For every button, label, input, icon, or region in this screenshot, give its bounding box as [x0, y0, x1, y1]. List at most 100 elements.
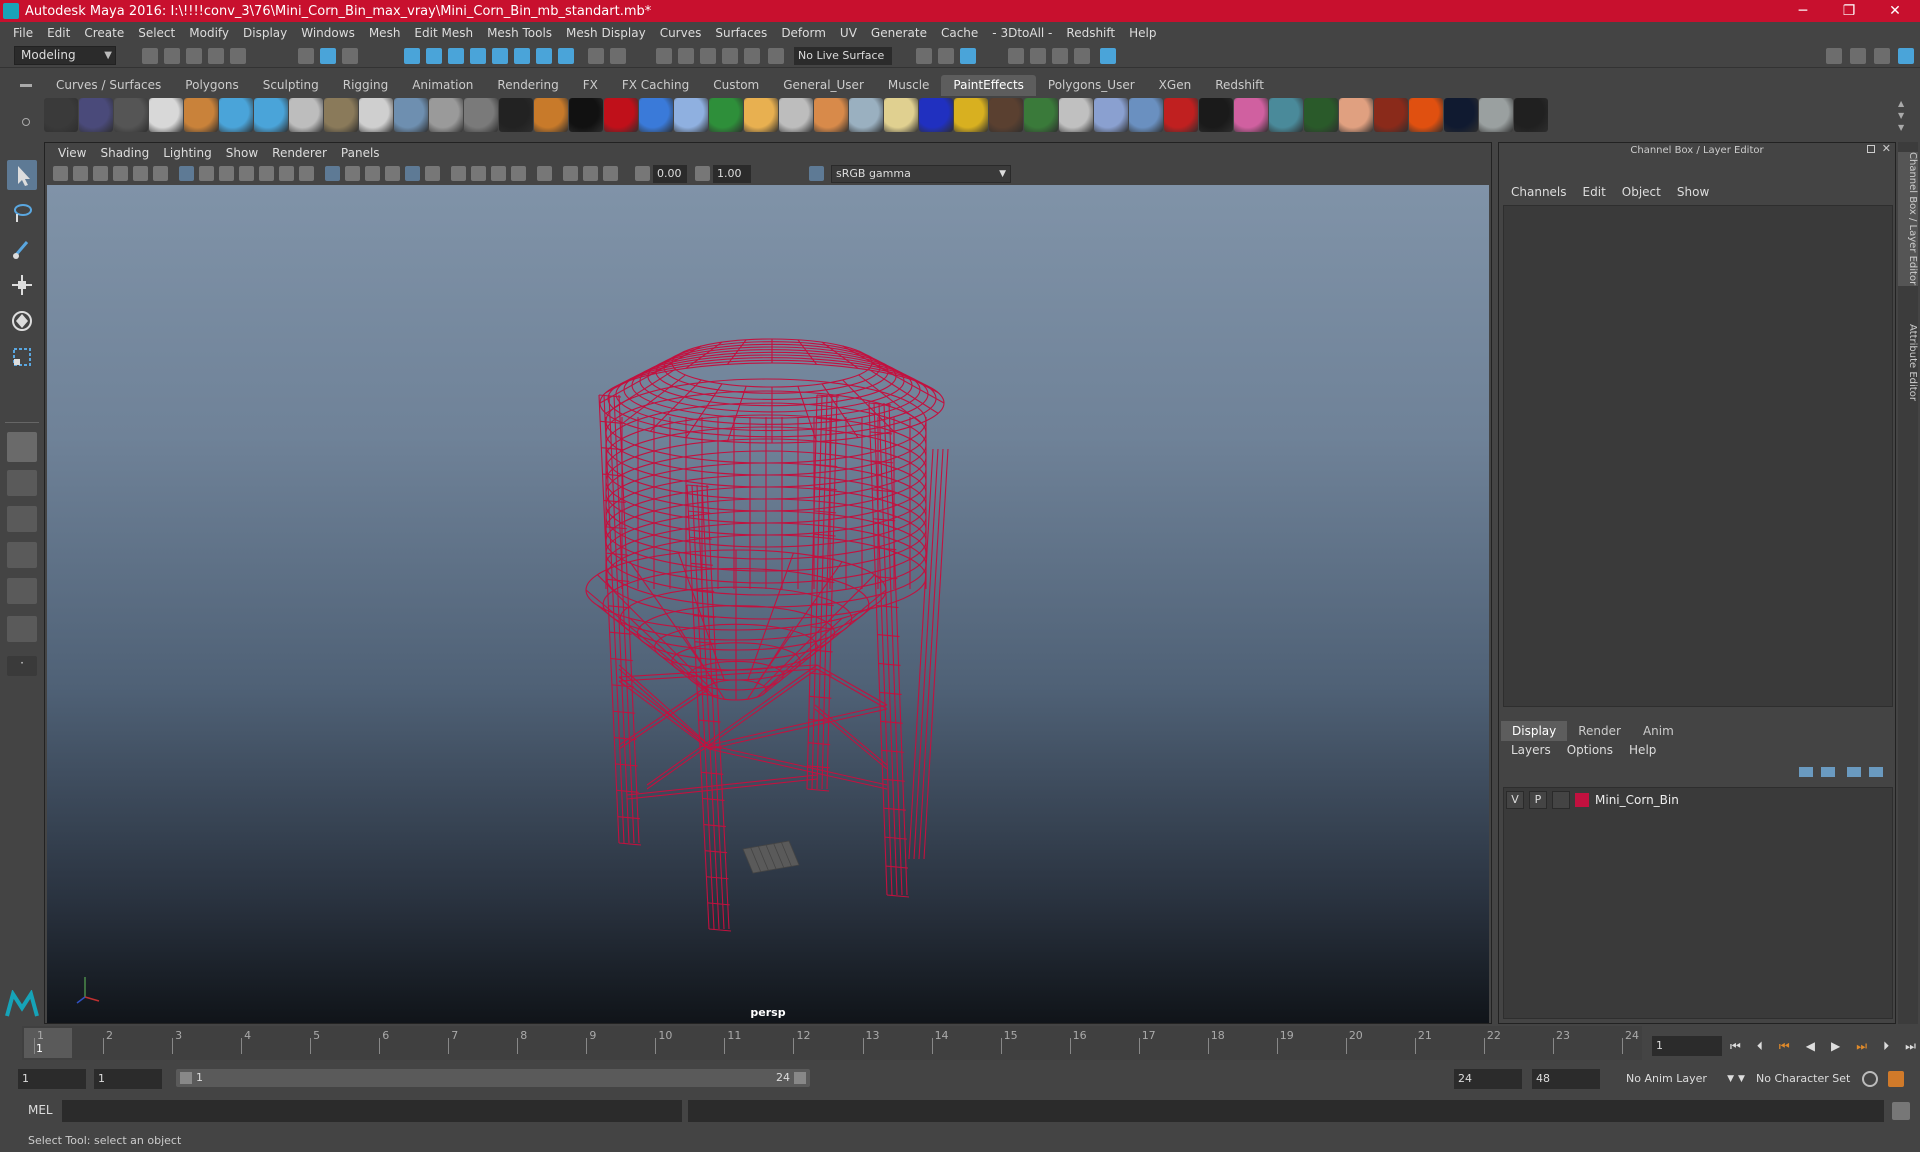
- paint-brush-preset-icon[interactable]: [989, 98, 1023, 132]
- range-start-handle[interactable]: [180, 1072, 192, 1084]
- shelf-tab-fx-caching[interactable]: FX Caching: [610, 75, 701, 96]
- snap-curve-icon[interactable]: [426, 48, 442, 64]
- anim-layer-dropdown[interactable]: No Anim Layer ▼: [1622, 1069, 1738, 1089]
- ipr-render-icon[interactable]: [960, 48, 976, 64]
- paint-brush-preset-icon[interactable]: [1164, 98, 1198, 132]
- menu-edit[interactable]: Edit: [40, 26, 77, 40]
- paint-brush-preset-icon[interactable]: [604, 98, 638, 132]
- tab-render[interactable]: Render: [1567, 721, 1632, 741]
- persp-graph-layout-icon[interactable]: [7, 542, 37, 568]
- attribute-editor-toggle-icon[interactable]: [1874, 48, 1890, 64]
- step-back-frame-icon[interactable]: ⏴: [1757, 1039, 1763, 1054]
- tab-anim[interactable]: Anim: [1632, 721, 1685, 741]
- shelf-tab-custom[interactable]: Custom: [701, 75, 771, 96]
- save-scene-icon[interactable]: [186, 48, 202, 64]
- time-slider[interactable]: 1 2 3 4 5 6 7 8 9 10 11 12 13 14 15 16 17 18 19 20 21 22 23 24 1: [22, 1026, 1642, 1060]
- menu-options[interactable]: Options: [1559, 743, 1621, 757]
- step-forward-key-icon[interactable]: ⏭: [1856, 1039, 1867, 1054]
- paint-brush-preset-icon[interactable]: [1444, 98, 1478, 132]
- shelf-tab-polygons-user[interactable]: Polygons_User: [1036, 75, 1147, 96]
- gamma-icon[interactable]: [695, 166, 710, 181]
- paint-brush-preset-icon[interactable]: [1024, 98, 1058, 132]
- playback-end-field[interactable]: 24: [1454, 1069, 1522, 1089]
- start-time-field[interactable]: 1: [18, 1069, 86, 1089]
- xray-components-icon[interactable]: [603, 166, 618, 181]
- render-current-icon[interactable]: [938, 48, 954, 64]
- shelf-tab-general-user[interactable]: General_User: [771, 75, 876, 96]
- paint-brush-preset-icon[interactable]: [359, 98, 393, 132]
- layer-visibility-toggle[interactable]: V: [1506, 791, 1524, 809]
- shelf-tab-curves-surfaces[interactable]: Curves / Surfaces: [44, 75, 173, 96]
- make-live-icon[interactable]: [514, 48, 530, 64]
- paint-brush-preset-icon[interactable]: [814, 98, 848, 132]
- current-time-indicator[interactable]: [24, 1028, 72, 1058]
- select-component-icon[interactable]: [342, 48, 358, 64]
- paint-brush-preset-icon[interactable]: [709, 98, 743, 132]
- paint-select-tool-icon[interactable]: [7, 234, 37, 264]
- lasso-tool-icon[interactable]: [7, 198, 37, 228]
- camera-attributes-icon[interactable]: [73, 166, 88, 181]
- four-view-layout-icon[interactable]: [7, 470, 37, 496]
- paint-brush-preset-icon[interactable]: [464, 98, 498, 132]
- paint-brush-preset-icon[interactable]: [114, 98, 148, 132]
- new-layer-selected-icon[interactable]: [1869, 767, 1883, 777]
- paint-brush-preset-icon[interactable]: [289, 98, 323, 132]
- select-tool-icon[interactable]: [7, 160, 37, 190]
- multisample-aa-icon[interactable]: [491, 166, 506, 181]
- character-set-dropdown[interactable]: No Character Set ▼: [1738, 1069, 1866, 1089]
- live-surface-field[interactable]: No Live Surface: [794, 47, 892, 65]
- paint-brush-preset-icon[interactable]: [79, 98, 113, 132]
- wireframe-on-shaded-icon[interactable]: [365, 166, 380, 181]
- paint-brush-preset-icon[interactable]: [569, 98, 603, 132]
- paint-brush-preset-icon[interactable]: [1339, 98, 1373, 132]
- new-scene-icon[interactable]: [142, 48, 158, 64]
- panel-menu-lighting[interactable]: Lighting: [156, 146, 219, 160]
- menu-select[interactable]: Select: [131, 26, 182, 40]
- gate-mask-icon[interactable]: [239, 166, 254, 181]
- paint-brush-preset-icon[interactable]: [219, 98, 253, 132]
- side-tab-channel-box[interactable]: Channel Box / Layer Editor: [1898, 152, 1918, 286]
- step-back-key-icon[interactable]: ⏮: [1779, 1039, 1790, 1054]
- render-region-icon[interactable]: [916, 48, 932, 64]
- smooth-shade-icon[interactable]: [345, 166, 360, 181]
- menu-cb-show[interactable]: Show: [1669, 185, 1717, 199]
- float-panel-icon[interactable]: [1867, 145, 1875, 153]
- menu-display[interactable]: Display: [236, 26, 294, 40]
- bookmark-icon[interactable]: [93, 166, 108, 181]
- shelf-tab-animation[interactable]: Animation: [400, 75, 485, 96]
- snap-grid-icon[interactable]: [404, 48, 420, 64]
- image-plane-icon[interactable]: [113, 166, 128, 181]
- play-forwards-icon[interactable]: ▶: [1831, 1039, 1840, 1053]
- paint-brush-preset-icon[interactable]: [1269, 98, 1303, 132]
- menu-mesh-tools[interactable]: Mesh Tools: [480, 26, 559, 40]
- paint-brush-preset-icon[interactable]: [44, 98, 78, 132]
- menu-file[interactable]: File: [6, 26, 40, 40]
- layer-row[interactable]: V P Mini_Corn_Bin: [1506, 791, 1892, 809]
- playblast-icon[interactable]: [1100, 48, 1116, 64]
- panel-menu-panels[interactable]: Panels: [334, 146, 387, 160]
- persp-hypershade-layout-icon[interactable]: [7, 578, 37, 604]
- paint-select-icon[interactable]: [700, 48, 716, 64]
- menu-cache[interactable]: Cache: [934, 26, 985, 40]
- move-layer-down-icon[interactable]: [1821, 767, 1835, 777]
- menu-modify[interactable]: Modify: [182, 26, 236, 40]
- script-language-label[interactable]: MEL: [28, 1103, 53, 1117]
- paint-brush-preset-icon[interactable]: [1304, 98, 1338, 132]
- menu-redshift[interactable]: Redshift: [1059, 26, 1122, 40]
- new-empty-layer-icon[interactable]: [1847, 767, 1861, 777]
- paint-brush-preset-icon[interactable]: [429, 98, 463, 132]
- use-all-lights-icon[interactable]: [405, 166, 420, 181]
- minimize-button[interactable]: ─: [1780, 0, 1826, 22]
- menu-create[interactable]: Create: [77, 26, 131, 40]
- paint-brush-preset-icon[interactable]: [254, 98, 288, 132]
- close-panel-icon[interactable]: ✕: [1882, 142, 1891, 155]
- snap-surface-icon[interactable]: [492, 48, 508, 64]
- panel-menu-shading[interactable]: Shading: [93, 146, 156, 160]
- xray-joints-icon[interactable]: [583, 166, 598, 181]
- panel-menu-renderer[interactable]: Renderer: [265, 146, 334, 160]
- safe-action-icon[interactable]: [279, 166, 294, 181]
- render-view-icon[interactable]: [1030, 48, 1046, 64]
- shelf-scroll[interactable]: ▲ ▼ ▼: [1898, 98, 1910, 134]
- current-frame-field[interactable]: 1: [1652, 1036, 1722, 1056]
- 3d-viewport[interactable]: persp: [47, 185, 1489, 1023]
